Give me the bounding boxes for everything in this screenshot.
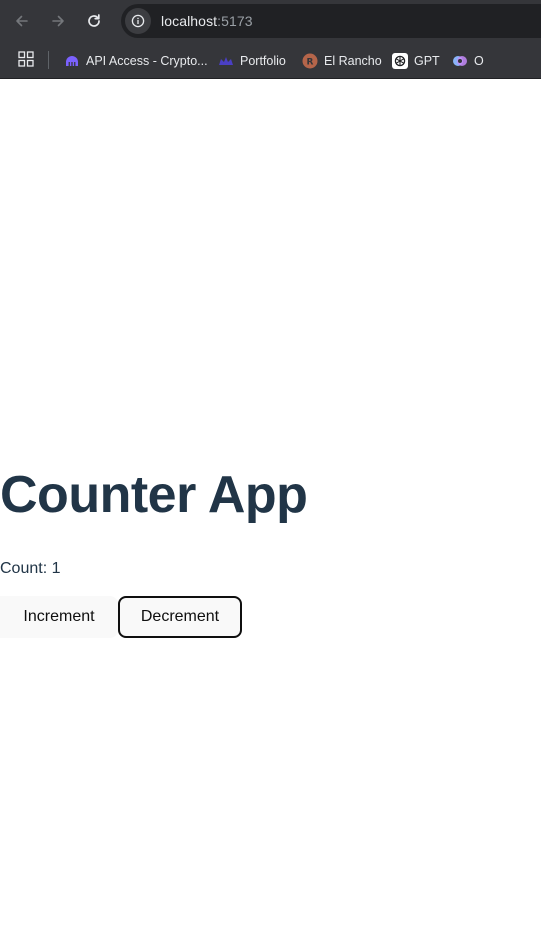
bookmark-o[interactable]: O — [452, 49, 484, 73]
url-text: localhost:5173 — [161, 13, 253, 29]
count-display: Count: 1 — [0, 560, 61, 577]
bookmarks-divider — [48, 51, 49, 69]
site-info-button[interactable] — [125, 8, 151, 34]
decrement-button[interactable]: Decrement — [118, 596, 242, 638]
el-rancho-icon: R — [302, 53, 318, 69]
info-icon — [131, 14, 145, 28]
bookmark-el-rancho[interactable]: R El Rancho — [302, 49, 382, 73]
forward-button[interactable] — [44, 7, 72, 35]
bookmark-api-access[interactable]: API Access - Crypto... — [64, 49, 208, 73]
page-title: Counter App — [0, 466, 308, 524]
bookmarks-bar: API Access - Crypto... Portfolio R El Ra… — [0, 42, 541, 79]
reload-icon — [88, 14, 100, 27]
bookmark-label: GPT — [414, 54, 440, 68]
openai-icon — [392, 53, 408, 69]
url-port: :5173 — [217, 13, 253, 29]
increment-button[interactable]: Increment — [0, 596, 118, 638]
url-host: localhost — [161, 13, 218, 29]
bookmark-gpt[interactable]: GPT — [392, 49, 440, 73]
svg-text:R: R — [307, 58, 314, 68]
browser-chrome: localhost:5173 API Access - Crypto... Po… — [0, 0, 541, 79]
arrow-left-icon — [16, 15, 28, 27]
back-button[interactable] — [8, 7, 36, 35]
bookmark-label: El Rancho — [324, 54, 382, 68]
apps-grid-icon[interactable] — [18, 51, 34, 67]
o-icon — [452, 53, 468, 69]
arrow-right-icon — [52, 15, 64, 27]
bookmark-portfolio[interactable]: Portfolio — [218, 49, 286, 73]
reload-button[interactable] — [80, 7, 108, 35]
bookmark-label: Portfolio — [240, 54, 286, 68]
page-content: Counter App Count: 1 Increment Decrement — [0, 79, 541, 936]
bookmark-label: O — [474, 54, 484, 68]
browser-toolbar: localhost:5173 — [0, 0, 541, 42]
bookmark-label: API Access - Crypto... — [86, 54, 208, 68]
portfolio-icon — [218, 53, 234, 69]
kraken-icon — [64, 53, 80, 69]
address-bar[interactable]: localhost:5173 — [121, 4, 541, 38]
